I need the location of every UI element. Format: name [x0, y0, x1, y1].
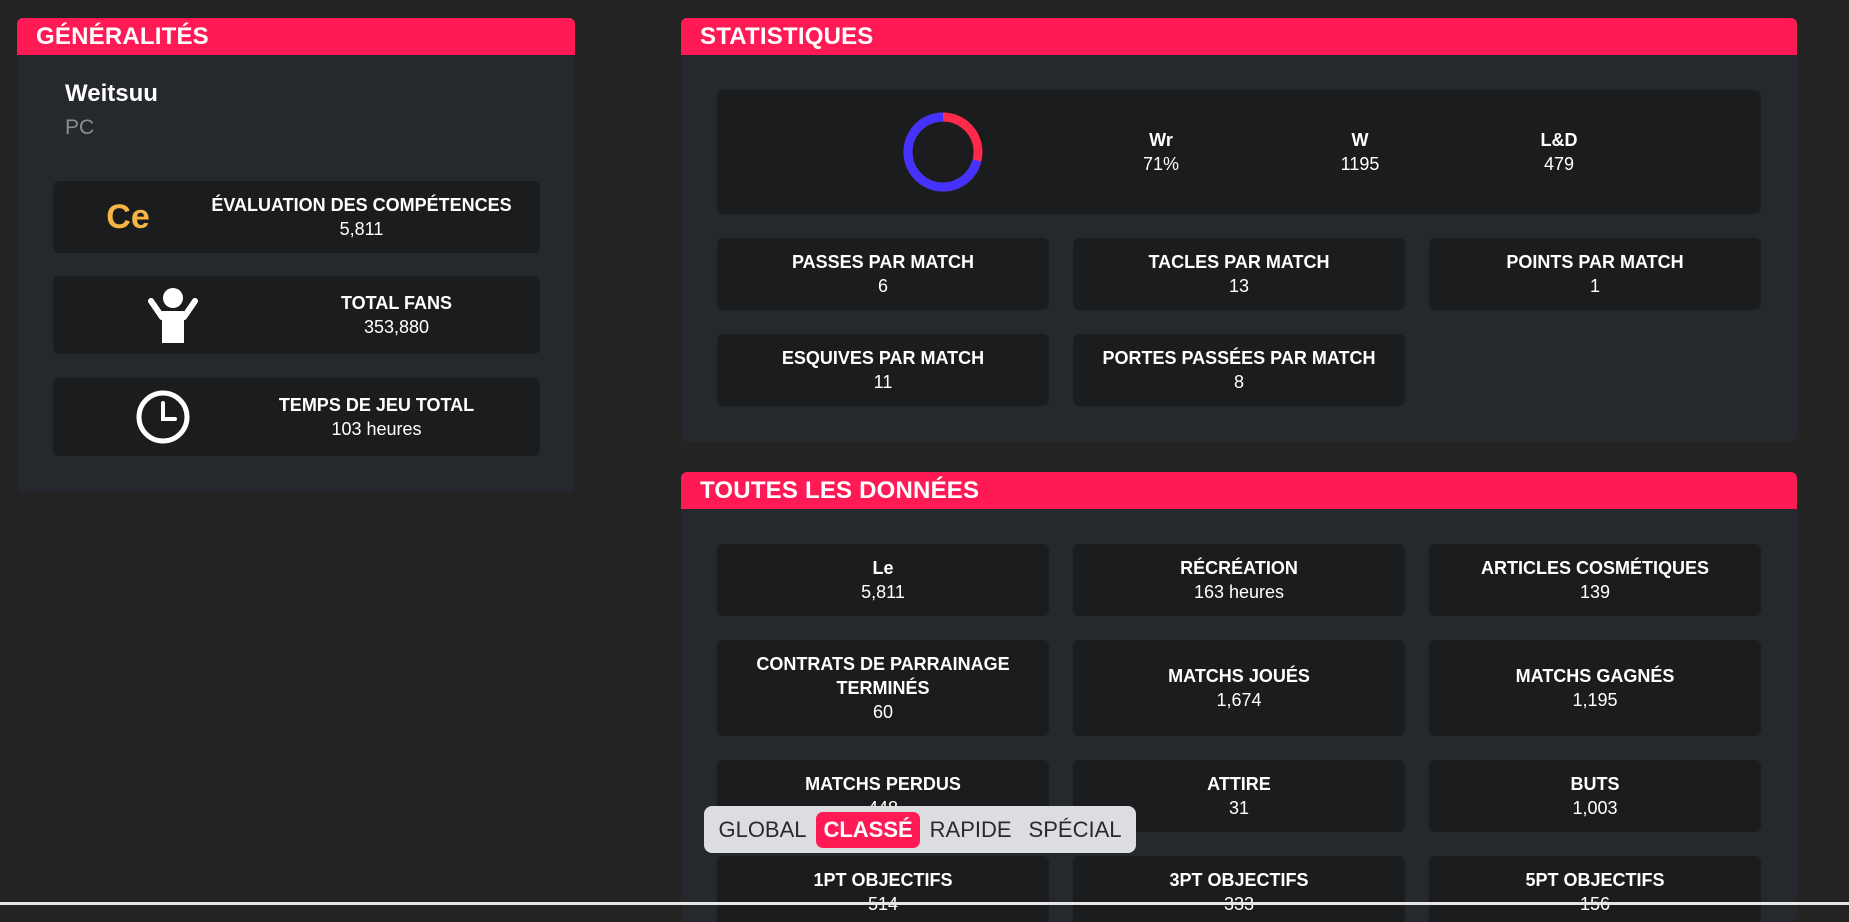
player-platform: PC [65, 116, 95, 139]
stat-tile: ESQUIVES PAR MATCH 11 [717, 334, 1049, 406]
w-stat: W 1195 [1300, 90, 1420, 214]
data-tile-value: 5,811 [861, 582, 905, 602]
skill-rating-value: 5,811 [339, 219, 384, 239]
data-tile-value: 139 [1579, 582, 1611, 602]
rank-badge: Ce [106, 197, 150, 236]
data-tile-label: BUTS [1570, 774, 1620, 794]
stat-tile-label: POINTS PAR MATCH [1506, 252, 1684, 272]
statistics-header: STATISTIQUES [681, 18, 1797, 55]
stat-tile-value: 8 [1233, 372, 1244, 392]
data-tile-label: 3PT OBJECTIFS [1169, 870, 1309, 890]
data-tile-value: 60 [872, 702, 894, 722]
all-data-panel: TOUTES LES DONNÉES Le 5,811 RÉCRÉATION 1… [681, 472, 1797, 922]
data-tile-value: 1,003 [1572, 798, 1618, 818]
win-rate-donut [903, 112, 983, 192]
data-tile-value: 163 heures [1193, 582, 1285, 602]
skill-rating-card: Ce ÉVALUATION DES COMPÉTENCES 5,811 [53, 181, 540, 253]
ld-value: 479 [1543, 154, 1575, 174]
statistics-panel: STATISTIQUES Wr 71% W 1195 L&D 479 PASSE… [681, 18, 1797, 442]
data-tile: 3PT OBJECTIFS 333 [1073, 856, 1405, 922]
total-fans-card: TOTAL FANS 353,880 [53, 276, 540, 354]
stat-tile-value: 13 [1228, 276, 1250, 296]
stat-tile-label: TACLES PAR MATCH [1148, 252, 1330, 272]
all-data-header: TOUTES LES DONNÉES [681, 472, 1797, 509]
stat-tile-value: 1 [1589, 276, 1600, 296]
playtime-card: TEMPS DE JEU TOTAL 103 heures [53, 378, 540, 456]
data-tile-label: Le [872, 558, 894, 578]
general-header: GÉNÉRALITÉS [17, 18, 575, 55]
total-fans-label: TOTAL FANS [340, 293, 452, 313]
general-panel: GÉNÉRALITÉS Weitsuu PC Ce ÉVALUATION DES… [17, 18, 575, 492]
data-tile-label: MATCHS JOUÉS [1168, 666, 1310, 686]
data-tile-label: 5PT OBJECTIFS [1525, 870, 1665, 890]
mode-global-tab[interactable]: GLOBAL [711, 812, 813, 848]
data-tile: MATCHS GAGNÉS 1,195 [1429, 640, 1761, 736]
data-tile-value: 1,195 [1572, 690, 1618, 710]
wr-stat: Wr 71% [1101, 90, 1221, 214]
data-tile: MATCHS JOUÉS 1,674 [1073, 640, 1405, 736]
data-tile: BUTS 1,003 [1429, 760, 1761, 832]
rank-badge-icon: Ce [53, 181, 203, 253]
data-tile-label: RÉCRÉATION [1180, 558, 1298, 578]
playtime-value: 103 heures [331, 419, 422, 439]
player-name: Weitsuu [65, 80, 158, 107]
mode-special-tab[interactable]: SPÉCIAL [1022, 812, 1129, 848]
stat-tile-label: PORTES PASSÉES PAR MATCH [1102, 348, 1376, 368]
mode-quick-tab[interactable]: RAPIDE [923, 812, 1019, 848]
stat-tile-label: PASSES PAR MATCH [791, 252, 974, 272]
win-summary-card: Wr 71% W 1195 L&D 479 [717, 90, 1761, 214]
stat-tile: TACLES PAR MATCH 13 [1073, 238, 1405, 310]
data-tile-label: MATCHS PERDUS [805, 774, 961, 794]
stat-tile-value: 6 [877, 276, 888, 296]
skill-rating-label: ÉVALUATION DES COMPÉTENCES [211, 195, 512, 215]
total-fans-value: 353,880 [363, 317, 430, 337]
playtime-label: TEMPS DE JEU TOTAL [278, 395, 475, 415]
data-tile: 5PT OBJECTIFS 156 [1429, 856, 1761, 922]
ld-label: L&D [1540, 130, 1578, 150]
mode-switcher: GLOBAL CLASSÉ RAPIDE SPÉCIAL [704, 806, 1136, 853]
wr-value: 71% [1142, 154, 1180, 174]
stat-tile-value: 11 [873, 372, 893, 392]
data-tile: RÉCRÉATION 163 heures [1073, 544, 1405, 616]
stat-tile: POINTS PAR MATCH 1 [1429, 238, 1761, 310]
data-tile-label: ATTIRE [1207, 774, 1271, 794]
w-label: W [1351, 130, 1369, 150]
data-tile-label: 1PT OBJECTIFS [813, 870, 953, 890]
ld-stat: L&D 479 [1499, 90, 1619, 214]
stat-tile: PORTES PASSÉES PAR MATCH 8 [1073, 334, 1405, 406]
wr-label: Wr [1149, 130, 1173, 150]
w-value: 1195 [1340, 154, 1380, 174]
stat-tile: PASSES PAR MATCH 6 [717, 238, 1049, 310]
mode-ranked-tab[interactable]: CLASSÉ [816, 811, 920, 848]
data-tile-label: CONTRATS DE PARRAINAGE TERMINÉS [756, 654, 1010, 698]
data-tile: ARTICLES COSMÉTIQUES 139 [1429, 544, 1761, 616]
data-tile: Le 5,811 [717, 544, 1049, 616]
data-tile-value: 31 [1228, 798, 1250, 818]
data-tile: 1PT OBJECTIFS 514 [717, 856, 1049, 922]
data-tile: CONTRATS DE PARRAINAGE TERMINÉS 60 [717, 640, 1049, 736]
data-tile-label: MATCHS GAGNÉS [1515, 666, 1675, 686]
stat-tile-label: ESQUIVES PAR MATCH [781, 348, 985, 368]
data-tile-value: 1,674 [1216, 690, 1262, 710]
data-tile-label: ARTICLES COSMÉTIQUES [1480, 558, 1709, 578]
